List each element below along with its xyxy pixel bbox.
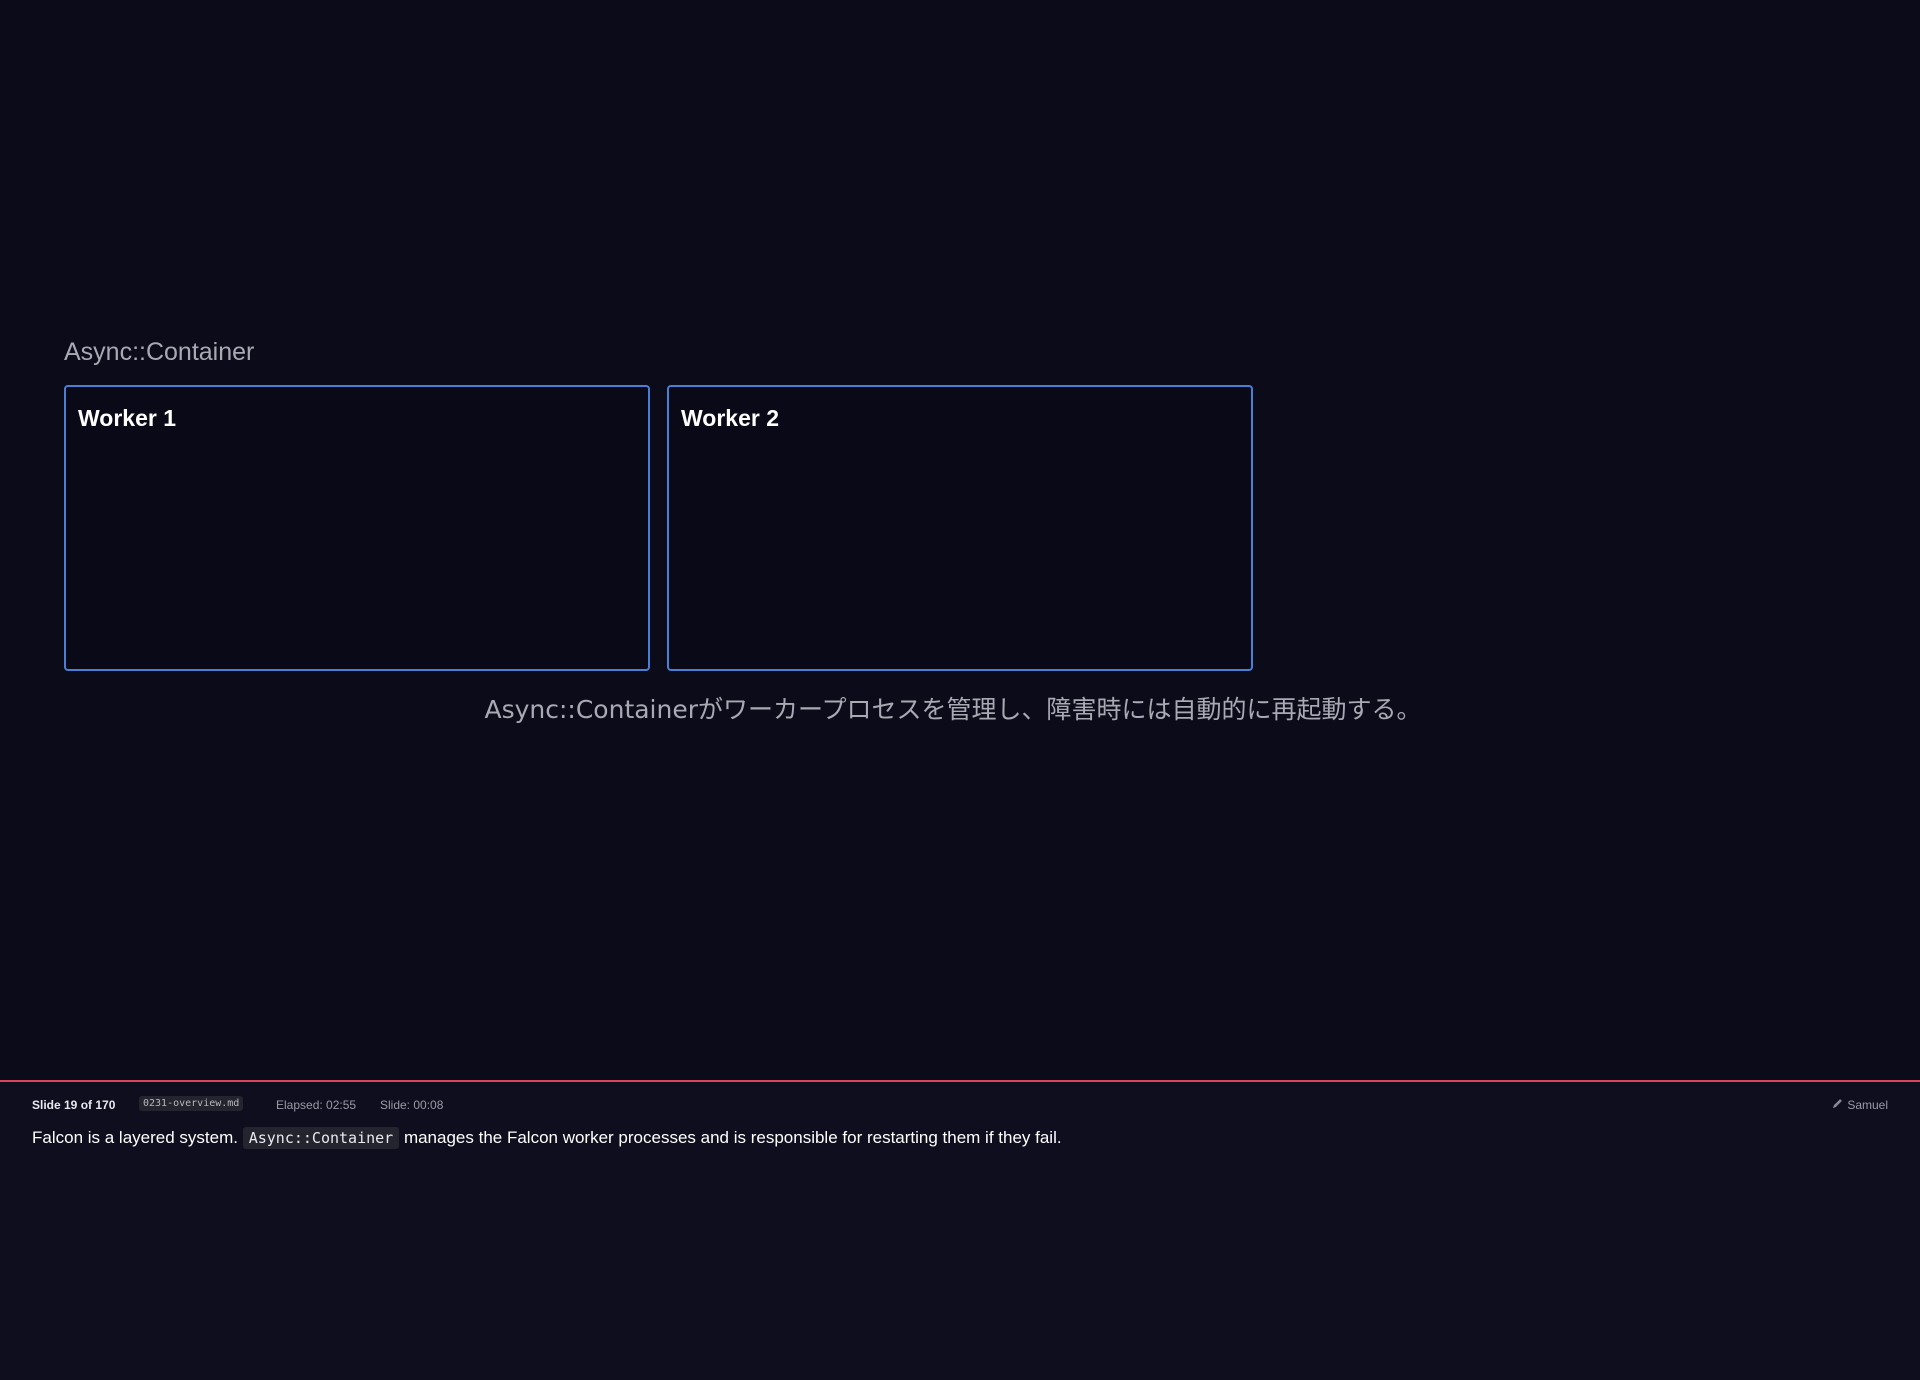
- elapsed-timer: Elapsed: 02:55: [276, 1098, 357, 1112]
- slide-filename: 0231-overview.md: [139, 1096, 244, 1111]
- worker-box-2: Worker 2: [667, 385, 1253, 671]
- presenter-label: Samuel: [1847, 1098, 1888, 1112]
- notes-code: Async::Container: [242, 1127, 400, 1149]
- presenter-notes-panel: Slide 19 of 170 0231-overview.md Elapsed…: [0, 1080, 1920, 1380]
- notes-text-after: manages the Falcon worker processes and …: [403, 1128, 1062, 1147]
- notes-text-before: Falcon is a layered system.: [32, 1128, 238, 1147]
- presenter-name: Samuel: [1832, 1098, 1888, 1112]
- worker-title: Worker 2: [681, 405, 780, 431]
- status-row: Slide 19 of 170 0231-overview.md Elapsed…: [32, 1096, 1888, 1118]
- worker-box-1: Worker 1: [64, 385, 650, 671]
- notes-text: Falcon is a layered system. Async::Conta…: [32, 1124, 1062, 1152]
- slide-timer: Slide: 00:08: [380, 1098, 444, 1112]
- pen-icon: [1832, 1098, 1843, 1112]
- worker-title: Worker 1: [78, 405, 177, 431]
- slide-caption: Async::Containerがワーカープロセスを管理し、障害時には自動的に再…: [484, 695, 1422, 724]
- slide-canvas: Async::Container Worker 1 Worker 2 Async…: [0, 0, 1920, 1080]
- slide-counter: Slide 19 of 170: [32, 1098, 116, 1112]
- container-label: Async::Container: [64, 338, 255, 366]
